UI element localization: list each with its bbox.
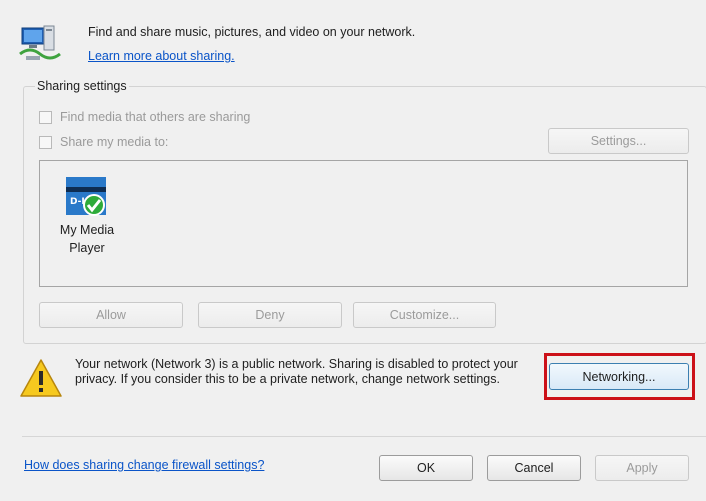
sharing-settings-title: Sharing settings: [35, 79, 129, 93]
find-media-label: Find media that others are sharing: [60, 110, 251, 124]
header-description: Find and share music, pictures, and vide…: [88, 25, 416, 39]
allow-button[interactable]: Allow: [39, 302, 183, 328]
learn-more-link[interactable]: Learn more about sharing.: [88, 49, 235, 63]
deny-button[interactable]: Deny: [198, 302, 342, 328]
share-media-label: Share my media to:: [60, 135, 169, 149]
networking-button[interactable]: Networking...: [549, 363, 689, 390]
customize-button[interactable]: Customize...: [353, 302, 496, 328]
device-item[interactable]: D-L My Media Player: [54, 177, 120, 257]
settings-button[interactable]: Settings...: [548, 128, 689, 154]
cancel-button[interactable]: Cancel: [487, 455, 581, 481]
find-media-checkbox-row[interactable]: Find media that others are sharing: [39, 108, 250, 126]
share-media-checkbox[interactable]: [39, 135, 52, 149]
device-name-line1: My Media: [59, 223, 115, 237]
device-name-line2: Player: [69, 241, 105, 255]
warning-icon: [18, 356, 64, 400]
footer-separator: [22, 436, 706, 437]
device-list[interactable]: [39, 160, 688, 287]
share-media-checkbox-row[interactable]: Share my media to:: [39, 133, 168, 151]
find-media-checkbox[interactable]: [39, 110, 52, 124]
ok-button[interactable]: OK: [379, 455, 473, 481]
network-sharing-icon: [16, 18, 64, 66]
public-network-warning: Your network (Network 3) is a public net…: [75, 357, 518, 386]
firewall-settings-link[interactable]: How does sharing change firewall setting…: [24, 458, 264, 472]
apply-button[interactable]: Apply: [595, 455, 689, 481]
media-player-device-icon: D-L: [66, 177, 108, 217]
